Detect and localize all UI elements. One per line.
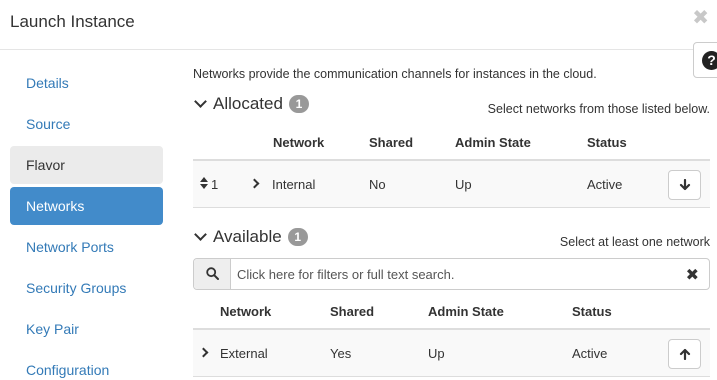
search-icon: [206, 267, 219, 280]
cell-status: Active: [587, 177, 623, 192]
available-toggle[interactable]: Available 1: [193, 227, 308, 247]
nav-item-network-ports[interactable]: Network Ports: [10, 228, 163, 266]
available-title: Available: [213, 227, 282, 246]
arrow-up-icon: [679, 348, 691, 360]
nav-item-details[interactable]: Details: [10, 64, 163, 102]
cell-status: Active: [572, 346, 608, 361]
search-addon: [194, 259, 231, 289]
column-header-admin-state: Admin State: [455, 135, 531, 150]
available-row: External Yes Up Active: [193, 330, 710, 377]
cell-shared: No: [369, 177, 386, 192]
column-header-network: Network: [220, 304, 272, 319]
column-header-status: Status: [572, 304, 612, 319]
allocate-button[interactable]: [668, 339, 701, 369]
networks-panel: Networks provide the communication chann…: [193, 0, 717, 380]
allocated-row: 1 Internal No Up Active: [193, 161, 710, 208]
available-helper-text: Select at least one network: [559, 235, 710, 249]
clear-search-icon[interactable]: ✖: [686, 265, 699, 285]
cell-admin-state: Up: [455, 177, 472, 192]
chevron-right-icon[interactable]: [249, 178, 260, 189]
search-bar: ✖: [193, 258, 710, 290]
allocated-toggle[interactable]: Allocated 1: [193, 94, 309, 114]
arrow-down-icon: [679, 179, 691, 191]
search-input[interactable]: [231, 259, 676, 289]
nav-item-networks[interactable]: Networks: [10, 187, 163, 225]
cell-admin-state: Up: [428, 346, 445, 361]
wizard-nav: Details Source Flavor Networks Network P…: [10, 64, 163, 380]
cell-network: External: [220, 346, 268, 361]
chevron-right-icon[interactable]: [198, 347, 209, 358]
column-header-shared: Shared: [330, 304, 375, 319]
chevron-down-icon: [194, 95, 207, 108]
chevron-down-icon: [194, 228, 207, 241]
sort-handle-icon[interactable]: [200, 177, 208, 189]
cell-shared: Yes: [330, 346, 352, 361]
column-header-admin-state: Admin State: [428, 304, 504, 319]
nav-item-security-groups[interactable]: Security Groups: [10, 269, 163, 307]
available-count-badge: 1: [287, 228, 308, 246]
allocated-title: Allocated: [213, 94, 283, 113]
column-header-status: Status: [587, 135, 627, 150]
column-header-shared: Shared: [369, 135, 414, 150]
allocated-count-badge: 1: [288, 95, 309, 113]
deallocate-button[interactable]: [668, 170, 701, 200]
column-header-network: Network: [273, 135, 325, 150]
cell-network: Internal: [272, 177, 316, 192]
nav-item-flavor[interactable]: Flavor: [10, 146, 163, 184]
nav-item-source[interactable]: Source: [10, 105, 163, 143]
allocated-helper-text: Select networks from those listed below.: [487, 102, 710, 116]
nav-item-key-pair[interactable]: Key Pair: [10, 310, 163, 348]
intro-text: Networks provide the communication chann…: [193, 67, 597, 81]
nav-item-configuration[interactable]: Configuration: [10, 351, 163, 380]
row-order: 1: [211, 177, 219, 192]
modal-title: Launch Instance: [10, 12, 135, 31]
